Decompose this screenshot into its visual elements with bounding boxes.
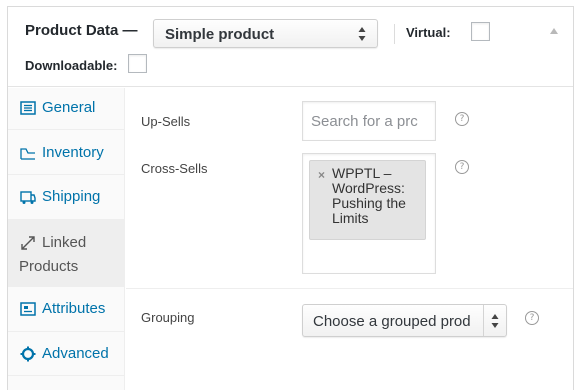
- downloadable-checkbox[interactable]: [128, 54, 147, 73]
- general-icon: [20, 101, 36, 115]
- header-separator: [394, 24, 395, 44]
- tab-shipping[interactable]: Shipping: [8, 175, 125, 220]
- advanced-icon: [20, 346, 36, 362]
- product-data-panel: Product Data — Simple product Virtual: D…: [7, 6, 574, 390]
- tab-linked-products[interactable]: Linked Products: [8, 220, 125, 287]
- product-type-select[interactable]: Simple product: [153, 19, 378, 48]
- grouping-select[interactable]: Choose a grouped prod: [302, 304, 507, 337]
- attributes-icon: [20, 302, 36, 316]
- tab-linked-label-line2: Products: [19, 258, 79, 275]
- tab-attributes[interactable]: Attributes: [8, 287, 125, 332]
- tab-advanced[interactable]: Advanced: [8, 332, 125, 376]
- crosssells-help-icon[interactable]: ?: [455, 160, 469, 174]
- upsells-help-icon[interactable]: ?: [455, 112, 469, 126]
- product-type-value: Simple product: [165, 26, 275, 43]
- tab-advanced-label: Advanced: [42, 345, 109, 362]
- grouping-label: Grouping: [141, 310, 195, 325]
- grouping-value: Choose a grouped prod: [313, 313, 471, 330]
- shipping-icon: [20, 191, 36, 204]
- tab-linked-label-line1: Linked: [42, 234, 87, 251]
- virtual-label: Virtual:: [406, 25, 451, 40]
- crosssells-selected-item: × WPPTL – WordPress: Pushing the Limits: [309, 160, 426, 240]
- tab-inventory-label: Inventory: [42, 144, 104, 161]
- virtual-checkbox[interactable]: [471, 22, 490, 41]
- link-icon: [21, 236, 35, 250]
- crosssells-item-text: WPPTL – WordPress: Pushing the Limits: [332, 165, 406, 226]
- crosssells-select[interactable]: × WPPTL – WordPress: Pushing the Limits: [302, 153, 436, 274]
- inventory-icon: [20, 148, 35, 160]
- downloadable-label: Downloadable:: [25, 58, 118, 73]
- crosssells-label: Cross-Sells: [141, 161, 208, 176]
- tab-general[interactable]: General: [8, 88, 125, 130]
- select-arrows-icon: [491, 314, 499, 328]
- remove-item-icon[interactable]: ×: [318, 168, 325, 182]
- tab-shipping-label: Shipping: [42, 188, 101, 205]
- select-divider: [483, 305, 484, 336]
- panel-title: Product Data —: [25, 22, 138, 39]
- grouping-help-icon[interactable]: ?: [525, 311, 539, 325]
- collapse-toggle-icon[interactable]: [550, 28, 558, 34]
- upsells-search-input[interactable]: [302, 101, 436, 141]
- upsells-label: Up-Sells: [141, 114, 191, 129]
- tab-general-label: General: [42, 99, 96, 116]
- select-arrows-icon: [358, 27, 366, 41]
- tab-inventory[interactable]: Inventory: [8, 130, 125, 175]
- tab-attributes-label: Attributes: [42, 300, 106, 317]
- product-data-tabs: General Inventory Shipping Linked Produc…: [8, 88, 125, 390]
- grouping-divider: [126, 288, 573, 289]
- product-data-header: Product Data — Simple product Virtual: D…: [8, 7, 573, 87]
